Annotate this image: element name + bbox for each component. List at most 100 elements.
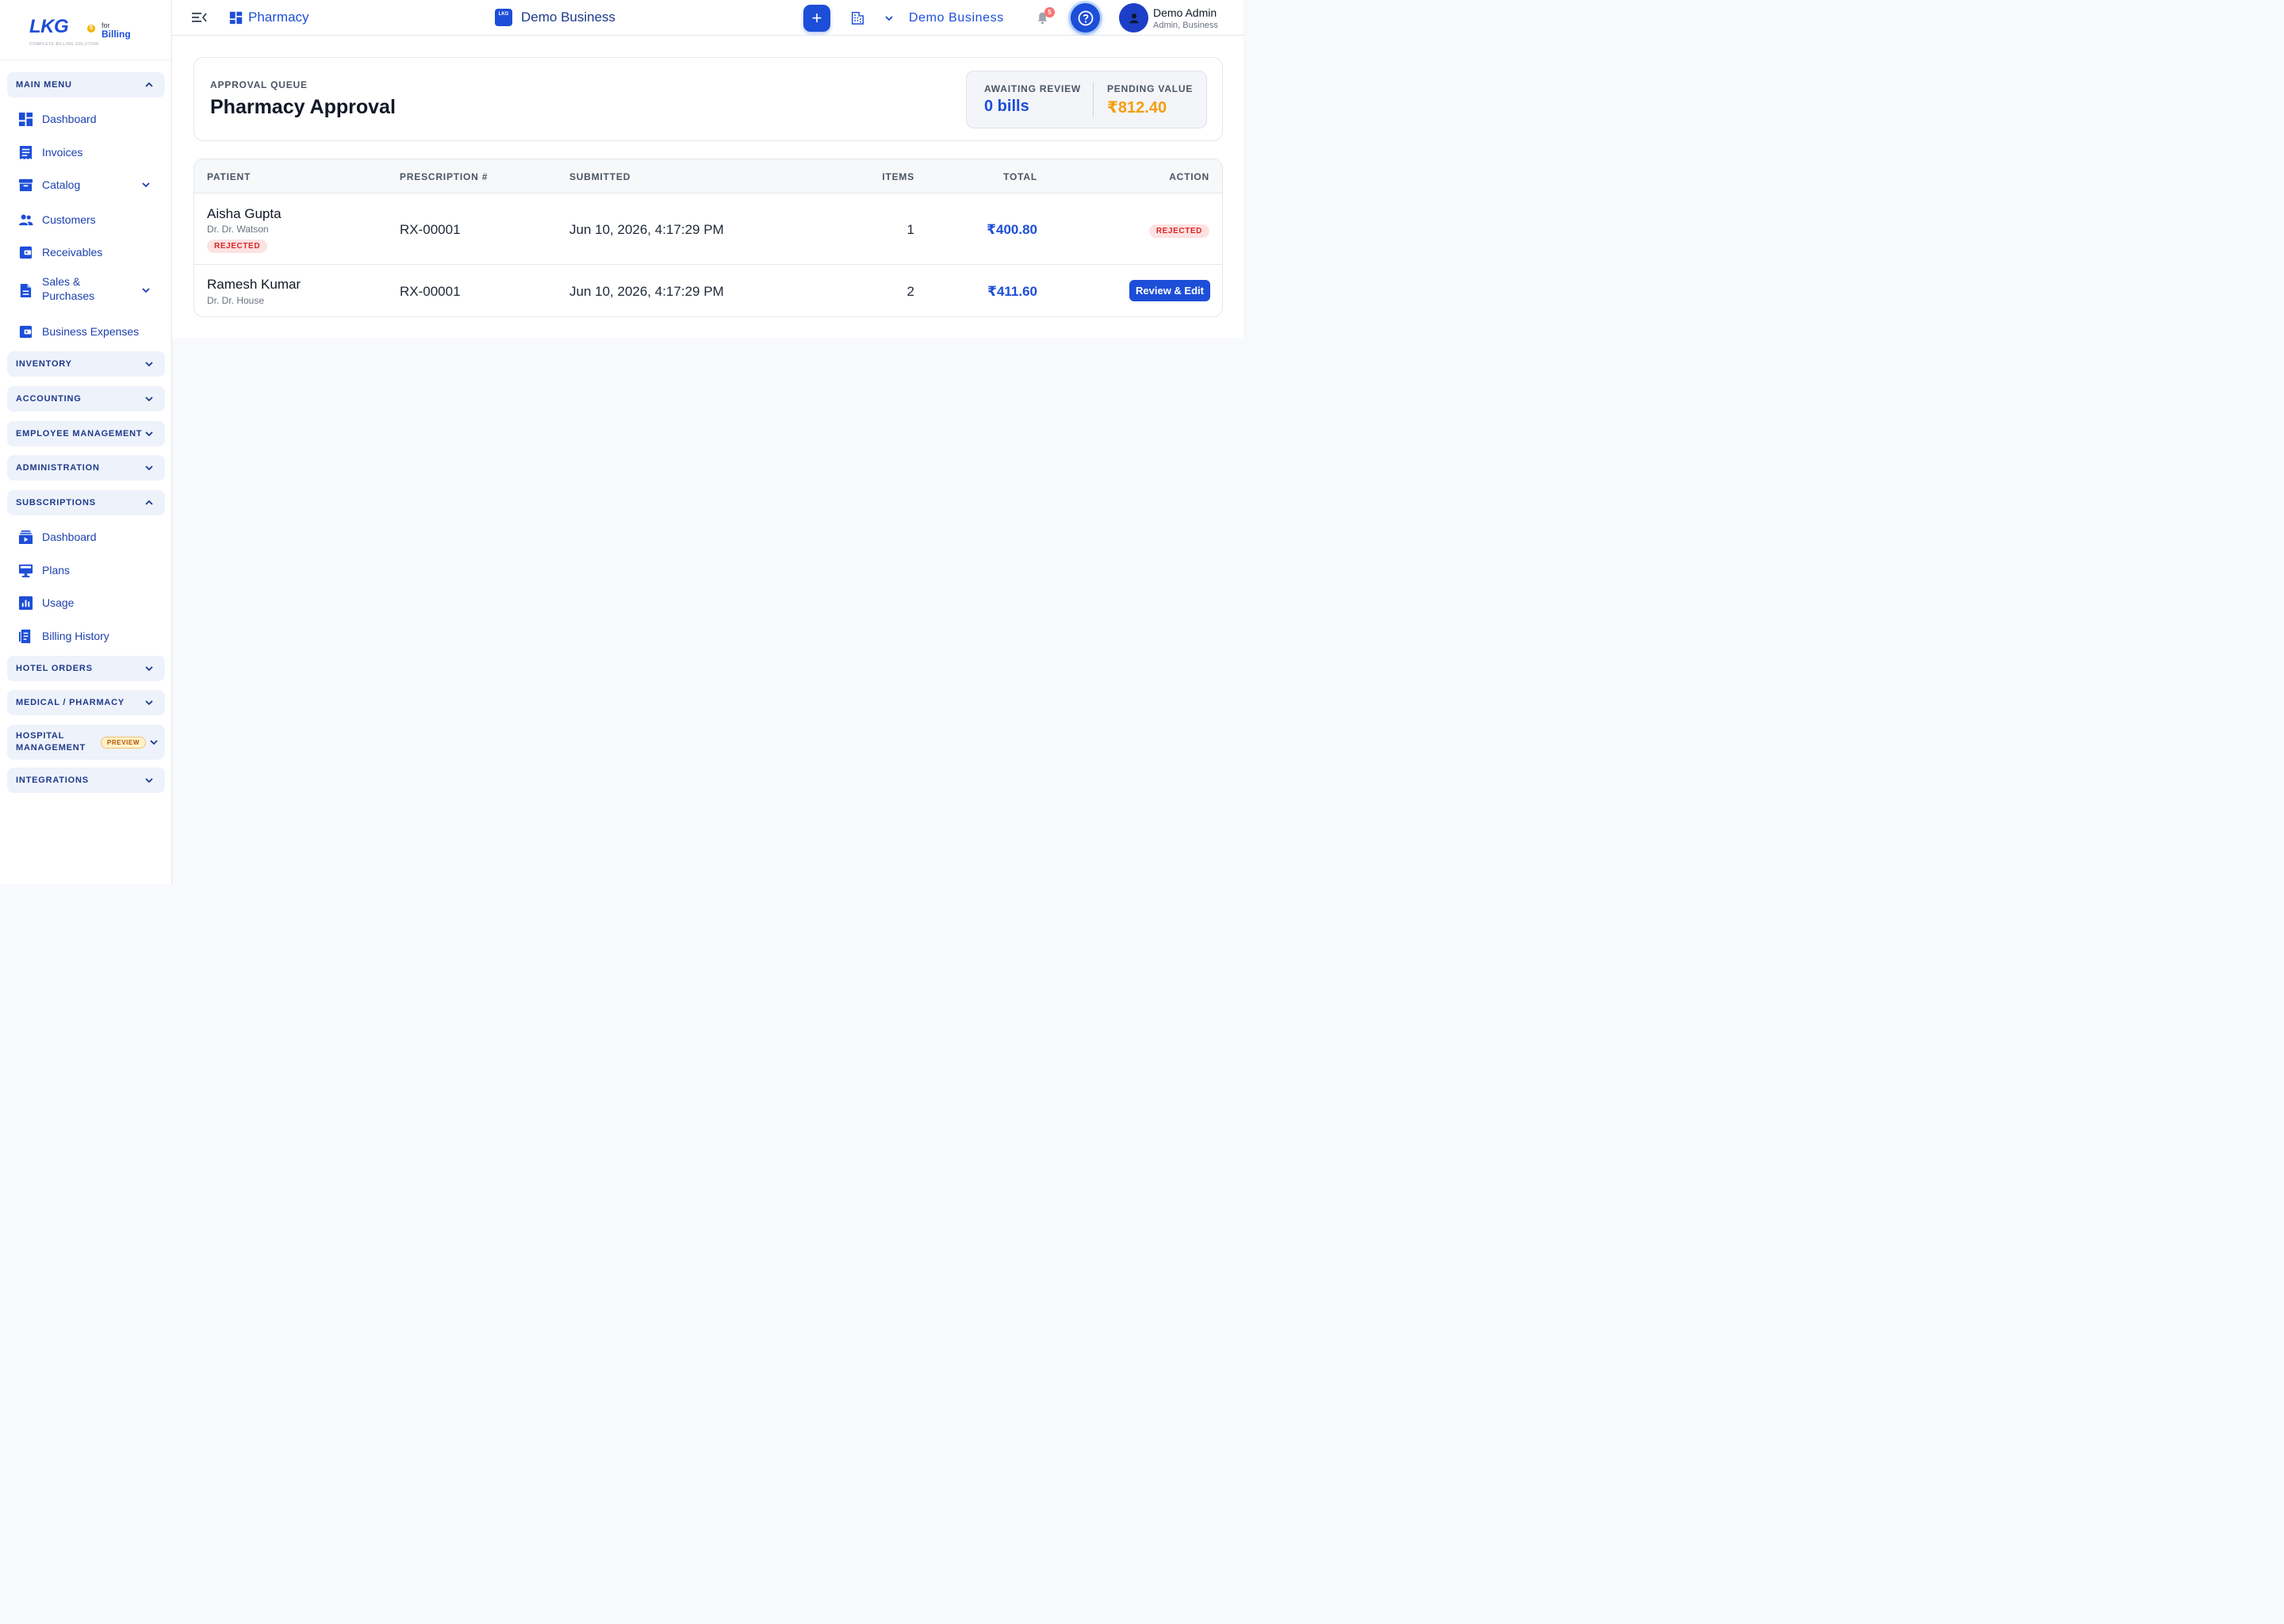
preview-badge: PREVIEW — [100, 736, 146, 749]
section-inventory[interactable]: INVENTORY — [7, 351, 165, 377]
prescription-number: RX-00001 — [400, 222, 461, 237]
sidebar-item-label: Business Expenses — [42, 325, 140, 338]
logo-text: LKG — [29, 16, 69, 37]
section-medical-pharmacy[interactable]: MEDICAL / PHARMACY — [7, 690, 165, 715]
sidebar-item-invoices[interactable]: Invoices — [18, 143, 82, 162]
chevron-down-icon[interactable] — [884, 13, 894, 23]
stat-pending-value: PENDING VALUE ₹812.40 — [1107, 83, 1193, 117]
section-label: ADMINISTRATION — [16, 463, 100, 473]
chevron-down-icon — [145, 465, 153, 471]
document-icon — [20, 283, 32, 298]
sidebar-item-receivables[interactable]: Receivables — [18, 243, 102, 262]
section-administration[interactable]: ADMINISTRATION — [7, 455, 165, 481]
stat-divider — [1093, 82, 1094, 117]
section-subscriptions[interactable]: SUBSCRIPTIONS — [7, 490, 165, 515]
monitor-icon — [18, 564, 33, 577]
sidebar: LKG $ for Billing COMPLETE BILLING SOLUT… — [0, 0, 172, 884]
sidebar-item-sales-purchases[interactable]: Sales & Purchases — [18, 274, 150, 308]
dashboard-icon — [18, 112, 33, 126]
brand-logo[interactable]: LKG $ for Billing COMPLETE BILLING SOLUT… — [0, 0, 171, 60]
chevron-down-icon — [145, 431, 153, 437]
page-eyebrow: APPROVAL QUEUE — [210, 79, 308, 90]
sidebar-item-label: Billing History — [42, 630, 109, 642]
table-row[interactable]: Aisha Gupta Dr. Dr. Watson REJECTED RX-0… — [194, 193, 1222, 265]
chevron-down-icon — [145, 700, 153, 706]
building-icon[interactable] — [851, 11, 864, 25]
sidebar-item-label: Catalog — [42, 178, 81, 191]
row-total: ₹411.60 — [987, 284, 1037, 299]
label-line-1: Sales & — [42, 275, 81, 288]
sidebar-item-customers[interactable]: Customers — [18, 210, 96, 229]
stat-label: PENDING VALUE — [1107, 83, 1194, 94]
top-header: Pharmacy LKG Demo Business + Demo Busine… — [172, 0, 1244, 36]
column-header-action: ACTION — [1169, 171, 1209, 182]
avatar[interactable] — [1119, 3, 1148, 33]
coin-icon: $ — [87, 25, 95, 33]
patient-name: Aisha Gupta — [207, 206, 282, 221]
section-label: INVENTORY — [16, 359, 72, 369]
section-integrations[interactable]: INTEGRATIONS — [7, 768, 165, 793]
module-breadcrumb[interactable]: Pharmacy — [229, 10, 309, 25]
user-name: Demo Admin — [1153, 6, 1217, 19]
sidebar-item-billing-history[interactable]: Billing History — [18, 626, 109, 645]
user-menu[interactable]: Demo Admin Admin, Business — [1153, 6, 1218, 30]
submitted-date: Jun 10, 2026, 4:17:29 PM — [569, 284, 724, 299]
sidebar-item-label: Plans — [42, 564, 71, 576]
chevron-up-icon — [145, 500, 153, 505]
section-accounting[interactable]: ACCOUNTING — [7, 386, 165, 412]
menu-collapse-icon[interactable] — [191, 10, 207, 25]
sidebar-item-usage[interactable]: Usage — [18, 593, 74, 612]
row-total: ₹400.80 — [987, 222, 1037, 237]
history-receipt-icon — [18, 629, 31, 643]
section-main-menu[interactable]: MAIN MENU — [7, 72, 165, 98]
sidebar-item-dashboard[interactable]: Dashboard — [18, 109, 97, 128]
page-title: Pharmacy Approval — [210, 96, 396, 118]
user-role: Admin, Business — [1153, 21, 1218, 30]
stat-label: AWAITING REVIEW — [984, 83, 1082, 94]
sidebar-item-label: Usage — [42, 596, 75, 609]
receipt-icon — [19, 145, 33, 159]
sidebar-item-business-expenses[interactable]: Business Expenses — [18, 322, 139, 341]
section-label: ACCOUNTING — [16, 394, 82, 404]
sidebar-item-label: Customers — [42, 213, 96, 226]
label-line-2: MANAGEMENT — [16, 743, 86, 753]
wallet-icon — [19, 246, 33, 259]
section-label: INTEGRATIONS — [16, 776, 89, 785]
subscriptions-icon — [18, 530, 33, 544]
section-label: HOTEL ORDERS — [16, 664, 93, 673]
archive-icon — [18, 178, 33, 191]
table-row[interactable]: Ramesh Kumar Dr. Dr. House RX-00001 Jun … — [194, 265, 1222, 316]
label-line-2: Purchases — [42, 289, 95, 302]
sidebar-item-label: Sales & Purchases — [42, 274, 94, 303]
help-button[interactable] — [1071, 3, 1100, 33]
sidebar-item-plans[interactable]: Plans — [18, 561, 70, 580]
stats-panel: AWAITING REVIEW 0 bills PENDING VALUE ₹8… — [966, 71, 1207, 128]
business-selector[interactable]: Demo Business — [909, 11, 1004, 25]
stat-value: ₹812.40 — [1107, 99, 1167, 117]
chevron-down-icon — [142, 182, 150, 188]
page-header-card: APPROVAL QUEUE Pharmacy Approval AWAITIN… — [194, 57, 1223, 141]
section-label: SUBSCRIPTIONS — [16, 498, 96, 508]
sidebar-item-label: Receivables — [42, 246, 103, 259]
logo-billing-text: Billing — [102, 29, 131, 40]
user-icon — [1129, 13, 1139, 23]
sidebar-item-label: Invoices — [42, 146, 83, 159]
business-title-text: Demo Business — [521, 10, 616, 25]
column-header-prescription: PRESCRIPTION # — [400, 171, 489, 182]
quick-add-button[interactable]: + — [803, 5, 830, 32]
review-edit-button[interactable]: Review & Edit — [1129, 280, 1210, 301]
section-hotel-orders[interactable]: HOTEL ORDERS — [7, 656, 165, 681]
chevron-down-icon — [150, 740, 158, 745]
sidebar-item-label: Dashboard — [42, 530, 97, 543]
section-employee-management[interactable]: EMPLOYEE MANAGEMENT — [7, 421, 165, 446]
items-count: 2 — [906, 284, 914, 299]
wallet-icon — [19, 325, 33, 338]
section-hospital-management[interactable]: HOSPITAL MANAGEMENT PREVIEW — [7, 725, 165, 760]
module-title: Pharmacy — [248, 10, 309, 25]
doctor-name: Dr. Dr. House — [207, 295, 265, 306]
business-title: LKG Demo Business — [495, 9, 615, 26]
doctor-name: Dr. Dr. Watson — [207, 224, 269, 235]
sidebar-item-catalog[interactable]: Catalog — [18, 175, 150, 194]
chevron-down-icon — [145, 666, 153, 672]
sidebar-item-subscription-dashboard[interactable]: Dashboard — [18, 527, 97, 546]
